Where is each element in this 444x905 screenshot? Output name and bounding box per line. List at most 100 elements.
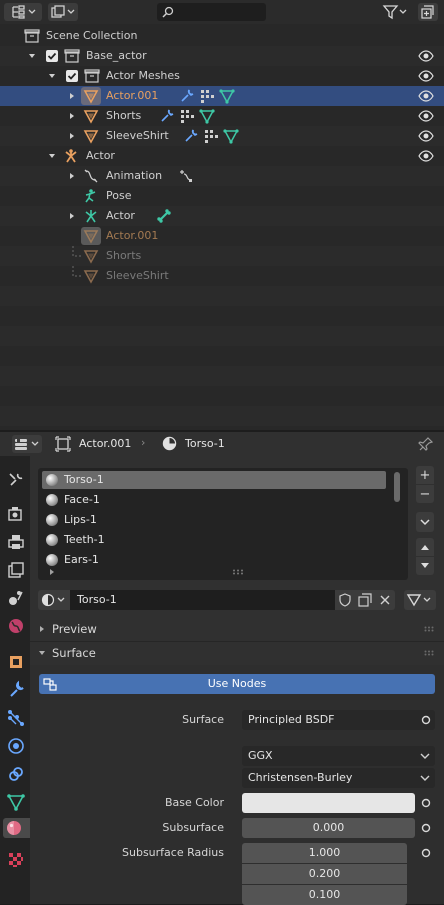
move-slot-up-button[interactable] [416, 538, 434, 556]
new-collection-button[interactable] [418, 3, 438, 21]
exclude-checkbox[interactable] [66, 70, 78, 82]
search-input[interactable] [157, 3, 266, 21]
chevron-down-icon [420, 519, 430, 526]
exclude-checkbox[interactable] [46, 50, 58, 62]
subsurface-radius-x-field[interactable]: 1.000 [242, 843, 407, 863]
physics-tab-icon[interactable] [6, 736, 26, 756]
wrench-modifier-icon[interactable] [179, 88, 195, 104]
tree-row-base-actor[interactable]: Base_actor [0, 46, 444, 66]
object-tab-icon[interactable] [6, 652, 26, 672]
expand-arrow-down-icon[interactable] [47, 151, 57, 161]
node-link-icon[interactable] [418, 712, 434, 728]
tree-row-child-actor-001[interactable]: Actor.001 [0, 226, 444, 246]
editor-type-button[interactable] [12, 435, 42, 453]
expand-arrow-right-icon[interactable] [67, 91, 77, 101]
checkmark-icon [67, 72, 77, 80]
tree-row-actor-001[interactable]: Actor.001 [0, 86, 444, 106]
unlink-material-button[interactable] [375, 590, 395, 610]
node-link-icon[interactable] [418, 845, 434, 861]
constraints-tab-icon[interactable] [6, 764, 26, 784]
subsurface-radius-z-field[interactable]: 0.100 [242, 885, 407, 905]
distribution-dropdown[interactable]: GGX [242, 746, 435, 766]
shield-icon [339, 593, 351, 607]
vertex-groups-icon [201, 90, 214, 103]
duplicate-material-button[interactable] [355, 590, 375, 610]
tree-row-scene-collection[interactable]: Scene Collection [0, 26, 444, 46]
subsurface-radius-y-field[interactable]: 0.200 [242, 864, 407, 884]
drag-grip-icon[interactable] [424, 626, 436, 632]
eye-icon[interactable] [418, 48, 434, 64]
output-tab-icon[interactable] [6, 532, 26, 552]
eye-icon[interactable] [418, 148, 434, 164]
tree-row-child-shorts[interactable]: Shorts [0, 246, 444, 266]
expand-arrow-right-icon[interactable] [67, 171, 77, 181]
render-tab-icon[interactable] [6, 504, 26, 524]
display-mode-button[interactable] [48, 3, 78, 21]
outliner-editor-icon [12, 5, 36, 19]
surface-panel-header[interactable]: Surface [30, 642, 444, 664]
expand-arrow-down-icon[interactable] [47, 71, 57, 81]
expand-arrow-right-icon[interactable] [67, 211, 77, 221]
modifier-tab-icon[interactable] [6, 680, 26, 700]
world-tab-icon[interactable] [6, 616, 26, 636]
subsurface-slider[interactable]: 0.000 [242, 818, 415, 838]
list-item[interactable]: Ears-1 [42, 551, 386, 569]
tree-row-animation[interactable]: Animation [0, 166, 444, 186]
material-name-field[interactable]: Torso-1 [70, 590, 335, 610]
browse-material-button[interactable] [38, 590, 70, 610]
texture-tab-icon[interactable] [6, 850, 26, 870]
use-nodes-button[interactable]: Use Nodes [39, 674, 435, 694]
list-item[interactable]: Torso-1 [42, 471, 386, 489]
eye-icon[interactable] [418, 88, 434, 104]
particles-tab-icon[interactable] [6, 708, 26, 728]
editor-type-button[interactable] [4, 3, 42, 21]
preview-panel-header[interactable]: Preview [30, 618, 444, 640]
base-color-swatch[interactable] [242, 793, 415, 813]
list-item[interactable]: Teeth-1 [42, 531, 386, 549]
tree-row-actor-meshes[interactable]: Actor Meshes [0, 66, 444, 86]
slot-specials-button[interactable] [416, 512, 434, 532]
pin-icon[interactable] [418, 436, 434, 452]
move-slot-down-button[interactable] [416, 557, 434, 575]
breadcrumb-object: Actor.001 [79, 437, 132, 450]
scene-tab-icon[interactable] [6, 588, 26, 608]
expand-arrow-right-icon[interactable] [67, 111, 77, 121]
view-layer-tab-icon[interactable] [6, 560, 26, 580]
fake-user-button[interactable] [335, 590, 355, 610]
add-slot-button[interactable]: + [416, 466, 434, 484]
tool-tab-icon[interactable] [6, 470, 26, 490]
tree-row-sleeveshirt[interactable]: SleeveShirt [0, 126, 444, 146]
wrench-modifier-icon[interactable] [183, 128, 199, 144]
list-item[interactable]: Lips-1 [42, 511, 386, 529]
empty-row [0, 426, 444, 430]
drag-grip-icon[interactable] [424, 650, 436, 656]
expand-arrow-right-icon[interactable] [67, 131, 77, 141]
eye-icon[interactable] [418, 128, 434, 144]
mesh-data-icon[interactable] [219, 88, 235, 104]
tree-row-child-sleeveshirt[interactable]: SleeveShirt [0, 266, 444, 286]
node-link-icon[interactable] [418, 795, 434, 811]
resize-grip-icon[interactable] [232, 569, 246, 575]
link-mode-button[interactable] [404, 590, 436, 610]
surface-shader-field[interactable]: Principled BSDF [242, 710, 435, 730]
tree-row-shorts[interactable]: Shorts [0, 106, 444, 126]
mesh-data-tab-icon[interactable] [6, 792, 26, 812]
mesh-data-icon[interactable] [199, 108, 215, 124]
filter-button[interactable] [382, 3, 410, 21]
outliner-editor: Scene Collection Base_actor Actor Meshes… [0, 0, 444, 430]
tree-row-pose[interactable]: Pose [0, 186, 444, 206]
eye-icon[interactable] [418, 68, 434, 84]
list-item[interactable]: Face-1 [42, 491, 386, 509]
tree-row-actor-armature[interactable]: Actor [0, 146, 444, 166]
list-scrollbar[interactable] [394, 472, 400, 502]
mesh-data-icon[interactable] [223, 128, 239, 144]
expand-arrow-down-icon[interactable] [27, 51, 37, 61]
tree-row-armature-data[interactable]: Actor [0, 206, 444, 226]
subsurface-method-dropdown[interactable]: Christensen-Burley [242, 768, 435, 788]
remove-slot-button[interactable]: − [416, 485, 434, 503]
eye-icon[interactable] [418, 108, 434, 124]
node-link-icon[interactable] [418, 820, 434, 836]
material-tab[interactable] [3, 818, 30, 838]
wrench-modifier-icon[interactable] [159, 108, 175, 124]
list-filter-toggle-icon[interactable] [48, 568, 56, 576]
